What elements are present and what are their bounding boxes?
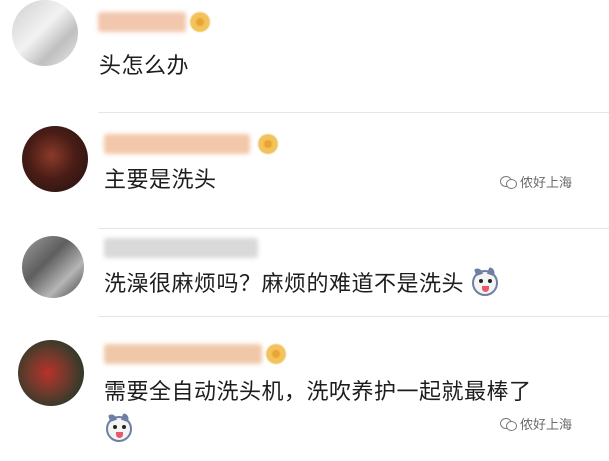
avatar[interactable] <box>12 0 78 66</box>
verified-badge-icon <box>266 344 286 364</box>
username-blurred[interactable] <box>104 134 250 154</box>
username-blurred[interactable] <box>98 12 186 32</box>
username-blurred[interactable] <box>104 344 262 364</box>
comment-text: 头怎么办 <box>99 54 190 79</box>
watermark-label: 侬好上海 <box>520 418 573 433</box>
comment-text: 主要是洗头 <box>104 168 217 193</box>
comment-text: 需要全自动洗头机，洗吹养护一起就最棒了 <box>104 380 532 405</box>
watermark: 侬好上海 <box>500 414 572 433</box>
comment-text-content: 洗澡很麻烦吗？麻烦的难道不是洗头 <box>104 272 465 297</box>
wechat-icon <box>500 417 517 431</box>
comment-text: 洗澡很麻烦吗？麻烦的难道不是洗头 <box>104 267 498 300</box>
username-blurred[interactable] <box>104 238 258 258</box>
watermark-label: 侬好上海 <box>520 176 573 191</box>
wechat-icon <box>500 175 517 189</box>
verified-badge-icon <box>190 12 210 32</box>
comment-item-2: 主要是洗头 侬好上海 <box>0 112 609 228</box>
verified-badge-icon <box>258 134 278 154</box>
comment-item-4: 需要全自动洗头机，洗吹养护一起就最棒了 侬好上海 <box>0 316 609 461</box>
watermark: 侬好上海 <box>500 172 572 191</box>
comment-item-1: 头怎么办 <box>0 0 609 112</box>
husky-emoji-icon <box>471 267 498 296</box>
husky-emoji-icon <box>106 413 132 442</box>
avatar[interactable] <box>22 126 88 192</box>
avatar[interactable] <box>18 340 84 406</box>
avatar[interactable] <box>22 236 84 298</box>
comment-list: 头怎么办 主要是洗头 侬好上海 洗澡很麻烦吗？麻烦的难道不是洗头 需要全自动洗头… <box>0 0 609 461</box>
